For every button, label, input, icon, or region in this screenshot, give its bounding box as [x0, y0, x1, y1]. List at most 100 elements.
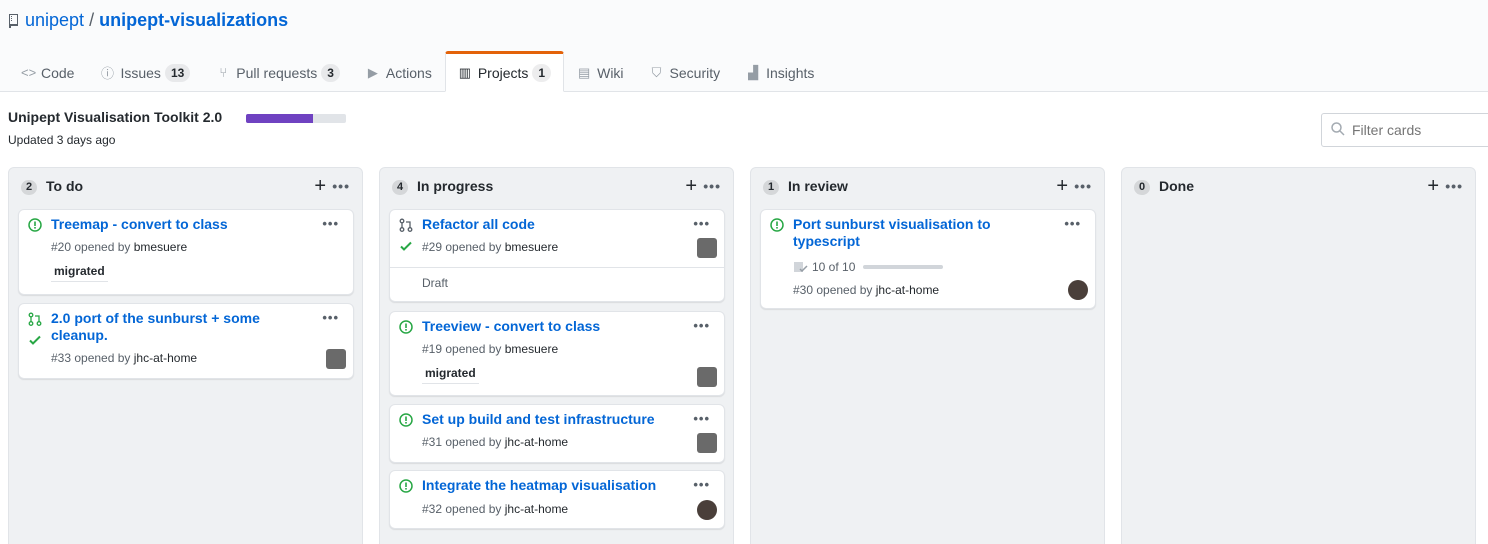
- tab-label: Actions: [385, 64, 432, 81]
- repo-separator: /: [89, 10, 95, 30]
- project-card[interactable]: Set up build and test infrastructure •••…: [389, 404, 725, 463]
- card-meta: #31 opened by jhc-at-home: [422, 435, 568, 449]
- column-header: 4 In progress + •••: [380, 168, 733, 208]
- column-menu-button[interactable]: •••: [1445, 176, 1463, 196]
- tab-code[interactable]: <> Code: [8, 51, 87, 92]
- repo-title: unipept / unipept-visualizations: [8, 10, 288, 31]
- column-header: 0 Done + •••: [1122, 168, 1475, 208]
- column-menu-button[interactable]: •••: [332, 176, 350, 196]
- column-name: Done: [1159, 178, 1194, 194]
- card-title-link[interactable]: Integrate the heatmap visualisation: [422, 477, 692, 494]
- project-card[interactable]: 2.0 port of the sunburst + some cleanup.…: [18, 303, 354, 379]
- card-menu-button[interactable]: •••: [693, 318, 710, 333]
- task-progress: 10 of 10: [793, 260, 944, 274]
- column-name: In progress: [417, 178, 494, 194]
- column-card-count: 1: [763, 180, 780, 195]
- check-icon: [400, 241, 412, 251]
- project-progress-fill: [246, 114, 313, 123]
- card-meta-prefix: #31 opened by: [422, 435, 502, 449]
- avatar[interactable]: [697, 433, 717, 453]
- add-card-button[interactable]: +: [1427, 176, 1439, 196]
- tab-pull-requests[interactable]: ⑂ Pull requests 3: [203, 51, 353, 92]
- project-title: Unipept Visualisation Toolkit 2.0: [8, 109, 223, 125]
- projects-counter: 1: [532, 63, 552, 82]
- tab-security[interactable]: ⛉ Security: [637, 51, 734, 92]
- avatar[interactable]: [1068, 280, 1088, 300]
- pull-request-icon: [399, 218, 413, 232]
- card-author[interactable]: bmesuere: [134, 240, 187, 254]
- card-meta-prefix: #29 opened by: [422, 240, 502, 254]
- column-name: To do: [46, 178, 84, 194]
- tab-wiki[interactable]: ▤ Wiki: [564, 51, 636, 92]
- column-menu-button[interactable]: •••: [703, 176, 721, 196]
- shield-icon: ⛉: [651, 64, 662, 80]
- column-done: 0 Done + •••: [1121, 167, 1476, 544]
- card-author[interactable]: jhc-at-home: [505, 435, 568, 449]
- repo-name-link[interactable]: unipept-visualizations: [99, 10, 288, 31]
- project-icon: ▥: [458, 64, 471, 80]
- card-title-link[interactable]: Set up build and test infrastructure: [422, 411, 692, 428]
- card-author[interactable]: bmesuere: [505, 342, 558, 356]
- project-card[interactable]: Treemap - convert to class ••• #20 opene…: [18, 209, 354, 295]
- card-title-link[interactable]: 2.0 port of the sunburst + some cleanup.: [51, 310, 301, 344]
- check-icon: [29, 335, 41, 345]
- tab-label: Wiki: [597, 64, 624, 81]
- column-card-count: 2: [21, 180, 38, 195]
- project-card[interactable]: Port sunburst visualisation to typescrip…: [760, 209, 1096, 309]
- card-title-link[interactable]: Refactor all code: [422, 216, 672, 233]
- column-menu-button[interactable]: •••: [1074, 176, 1092, 196]
- column-in-progress: 4 In progress + ••• Refactor all code ••…: [379, 167, 734, 544]
- card-menu-button[interactable]: •••: [322, 216, 339, 231]
- avatar[interactable]: [326, 349, 346, 369]
- column-name: In review: [788, 178, 848, 194]
- card-menu-button[interactable]: •••: [322, 310, 339, 325]
- card-menu-button[interactable]: •••: [693, 411, 710, 426]
- card-note-row: Draft: [390, 267, 724, 302]
- add-card-button[interactable]: +: [685, 176, 697, 196]
- card-title-link[interactable]: Treeview - convert to class: [422, 318, 672, 335]
- card-menu-button[interactable]: •••: [693, 216, 710, 231]
- card-author[interactable]: jhc-at-home: [134, 351, 197, 365]
- repo-owner-link[interactable]: unipept: [25, 10, 84, 31]
- column-card-count: 0: [1134, 180, 1151, 195]
- card-menu-button[interactable]: •••: [693, 477, 710, 492]
- avatar[interactable]: [697, 238, 717, 258]
- card-label[interactable]: migrated: [422, 366, 479, 384]
- card-menu-button[interactable]: •••: [1064, 216, 1081, 231]
- avatar[interactable]: [697, 367, 717, 387]
- card-meta: #19 opened by bmesuere: [422, 342, 558, 356]
- draft-label: Draft: [422, 276, 449, 290]
- card-title-link[interactable]: Treemap - convert to class: [51, 216, 301, 233]
- pull-requests-counter: 3: [321, 63, 340, 82]
- add-card-button[interactable]: +: [1056, 176, 1068, 196]
- card-label[interactable]: migrated: [51, 264, 108, 282]
- project-card[interactable]: Treeview - convert to class ••• #19 open…: [389, 311, 725, 396]
- card-meta: #30 opened by jhc-at-home: [793, 283, 939, 297]
- card-title-link[interactable]: Port sunburst visualisation to typescrip…: [793, 216, 1043, 250]
- issue-opened-icon: [399, 413, 413, 427]
- filter-cards-input[interactable]: [1321, 113, 1488, 147]
- tab-label: Security: [669, 64, 721, 81]
- tab-label: Pull requests: [236, 64, 318, 81]
- tab-label: Code: [41, 64, 75, 81]
- add-card-button[interactable]: +: [314, 176, 326, 196]
- project-card[interactable]: Integrate the heatmap visualisation ••• …: [389, 470, 725, 529]
- issue-opened-icon: [399, 320, 413, 334]
- repo-icon: [9, 13, 18, 28]
- avatar[interactable]: [697, 500, 717, 520]
- card-meta: #29 opened by bmesuere: [422, 240, 558, 254]
- card-author[interactable]: jhc-at-home: [876, 283, 939, 297]
- project-card[interactable]: Refactor all code ••• #29 opened by bmes…: [389, 209, 725, 302]
- card-author[interactable]: bmesuere: [505, 240, 558, 254]
- tab-label: Issues: [120, 64, 161, 81]
- tab-issues[interactable]: ⓘ Issues 13: [87, 51, 203, 92]
- card-meta-prefix: #33 opened by: [51, 351, 131, 365]
- project-progress-bar: [246, 114, 346, 123]
- tab-insights[interactable]: ▟ Insights: [733, 51, 827, 92]
- pull-request-icon: [28, 312, 42, 326]
- tab-actions[interactable]: ▶ Actions: [353, 51, 445, 92]
- pull-request-icon: ⑂: [219, 65, 228, 80]
- issues-counter: 13: [164, 63, 191, 82]
- card-author[interactable]: jhc-at-home: [505, 502, 568, 516]
- tab-projects[interactable]: ▥ Projects 1: [444, 51, 565, 92]
